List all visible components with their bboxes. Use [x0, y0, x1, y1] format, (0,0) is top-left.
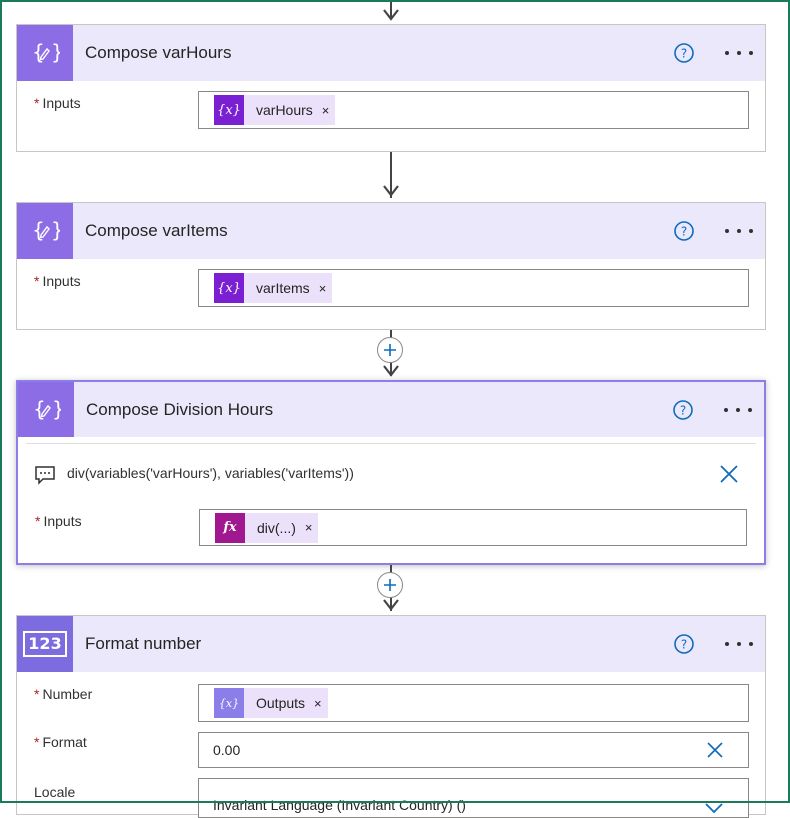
comment-icon — [35, 466, 55, 485]
number-label: * Number — [34, 686, 92, 702]
inputs-row: * Inputs {x} varHours × — [17, 91, 765, 129]
svg-text:}: } — [51, 40, 60, 64]
token-varhours[interactable]: {x} varHours × — [214, 95, 336, 125]
action-card-format-number[interactable]: 123 Format number ? * Number {𝑥} Outputs … — [16, 615, 766, 818]
function-icon: fx — [215, 512, 245, 543]
svg-text:}: } — [52, 397, 61, 421]
token-label: varHours — [256, 102, 313, 118]
token-label: Outputs — [256, 695, 306, 711]
svg-text:{: { — [32, 218, 45, 242]
token-varitems[interactable]: {x} varItems × — [214, 273, 333, 303]
locale-label: Locale — [34, 784, 76, 800]
card-header[interactable]: {} Compose varItems ? — [17, 203, 765, 259]
inputs-label: * Inputs — [34, 273, 81, 289]
number-field[interactable]: {𝑥} Outputs × — [198, 684, 749, 722]
inputs-field[interactable]: fx div(...) × — [199, 509, 747, 546]
number-format-icon: 123 — [17, 616, 73, 672]
number-label-text: Number — [42, 686, 93, 702]
help-icon[interactable]: ? — [673, 633, 695, 655]
expression-text: div(variables('varHours'), variables('va… — [67, 465, 354, 481]
locale-dropdown[interactable]: Invariant Language (Invariant Country) (… — [198, 778, 749, 818]
card-title: Compose varItems — [85, 221, 228, 240]
clear-icon[interactable] — [706, 741, 724, 759]
svg-text:}: } — [51, 218, 60, 242]
action-card-compose-varhours[interactable]: {} Compose varHours ? *Inputs {x} varHou… — [16, 24, 766, 152]
inputs-label: * Inputs — [34, 95, 81, 111]
compose-icon: {} — [18, 382, 74, 437]
number-icon-text: 123 — [23, 631, 67, 657]
token-div-expression[interactable]: fx div(...) × — [215, 512, 319, 543]
inputs-row: * Inputs fx div(...) × — [18, 509, 764, 549]
token-remove-icon[interactable]: × — [305, 520, 313, 535]
required-marker: * — [35, 513, 41, 529]
variable-icon: {x} — [214, 95, 244, 125]
format-label: * Format — [34, 734, 87, 750]
help-icon[interactable]: ? — [673, 42, 695, 64]
plus-icon — [384, 344, 396, 356]
action-card-compose-varitems[interactable]: {} Compose varItems ? *Inputs {x} varIte… — [16, 202, 766, 330]
expression-row: div(variables('varHours'), variables('va… — [18, 445, 764, 497]
more-options-icon[interactable] — [724, 399, 752, 421]
card-header[interactable]: {} Compose varHours ? — [17, 25, 765, 81]
help-icon[interactable]: ? — [672, 399, 694, 421]
svg-text:?: ? — [681, 225, 687, 239]
svg-text:?: ? — [680, 403, 686, 417]
compose-icon: {} — [17, 203, 73, 259]
insert-step-button[interactable] — [377, 337, 403, 363]
svg-text:{: { — [33, 397, 46, 421]
arrow-down-icon — [383, 185, 399, 197]
token-label: div(...) — [257, 519, 296, 536]
svg-text:?: ? — [681, 638, 687, 652]
more-options-icon[interactable] — [725, 42, 753, 64]
card-title: Compose Division Hours — [86, 399, 274, 419]
card-title: Format number — [85, 634, 202, 653]
chevron-down-icon[interactable] — [704, 802, 724, 814]
card-header[interactable]: {} Compose Division Hours ? — [18, 382, 764, 437]
close-icon[interactable] — [718, 463, 740, 485]
inputs-label-text: Inputs — [42, 273, 81, 289]
inputs-label: * Inputs — [35, 513, 82, 529]
variable-icon: {x} — [214, 273, 244, 303]
svg-text:?: ? — [681, 47, 687, 61]
token-remove-icon[interactable]: × — [319, 281, 327, 296]
insert-step-button[interactable] — [377, 572, 403, 598]
card-title: Compose varHours — [85, 43, 232, 62]
required-marker: * — [34, 734, 40, 750]
arrow-down-icon — [383, 599, 399, 611]
format-label-text: Format — [42, 734, 87, 750]
token-label: varItems — [256, 280, 310, 296]
required-marker: * — [34, 95, 40, 111]
compose-icon: {} — [17, 25, 73, 81]
format-value: 0.00 — [213, 742, 241, 758]
token-remove-icon[interactable]: × — [314, 696, 322, 711]
inputs-label-text: Inputs — [43, 513, 82, 529]
required-marker: * — [34, 686, 40, 702]
more-options-icon[interactable] — [725, 220, 753, 242]
arrow-down-icon — [383, 365, 399, 377]
inputs-label-text: Inputs — [42, 95, 81, 111]
inputs-field[interactable]: {x} varHours × — [198, 91, 749, 129]
inputs-row: * Inputs {x} varItems × — [17, 269, 765, 307]
required-marker: * — [34, 273, 40, 289]
more-options-icon[interactable] — [725, 633, 753, 655]
svg-text:{: { — [32, 40, 45, 64]
number-row: * Number {𝑥} Outputs × — [17, 684, 765, 722]
help-icon[interactable]: ? — [673, 220, 695, 242]
format-field[interactable]: 0.00 — [198, 732, 749, 768]
plus-icon — [384, 579, 396, 591]
outputs-icon: {𝑥} — [214, 688, 244, 718]
action-card-compose-division-hours[interactable]: {} Compose Division Hours ? div(variable… — [16, 380, 766, 565]
locale-row: Locale Invariant Language (Invariant Cou… — [17, 778, 765, 818]
arrow-down-icon — [383, 9, 399, 21]
locale-value: Invariant Language (Invariant Country) (… — [213, 797, 466, 813]
token-remove-icon[interactable]: × — [322, 103, 330, 118]
format-row: * Format 0.00 — [17, 732, 765, 770]
inputs-field[interactable]: {x} varItems × — [198, 269, 749, 307]
card-header[interactable]: 123 Format number ? — [17, 616, 765, 672]
token-outputs[interactable]: {𝑥} Outputs × — [214, 688, 328, 718]
